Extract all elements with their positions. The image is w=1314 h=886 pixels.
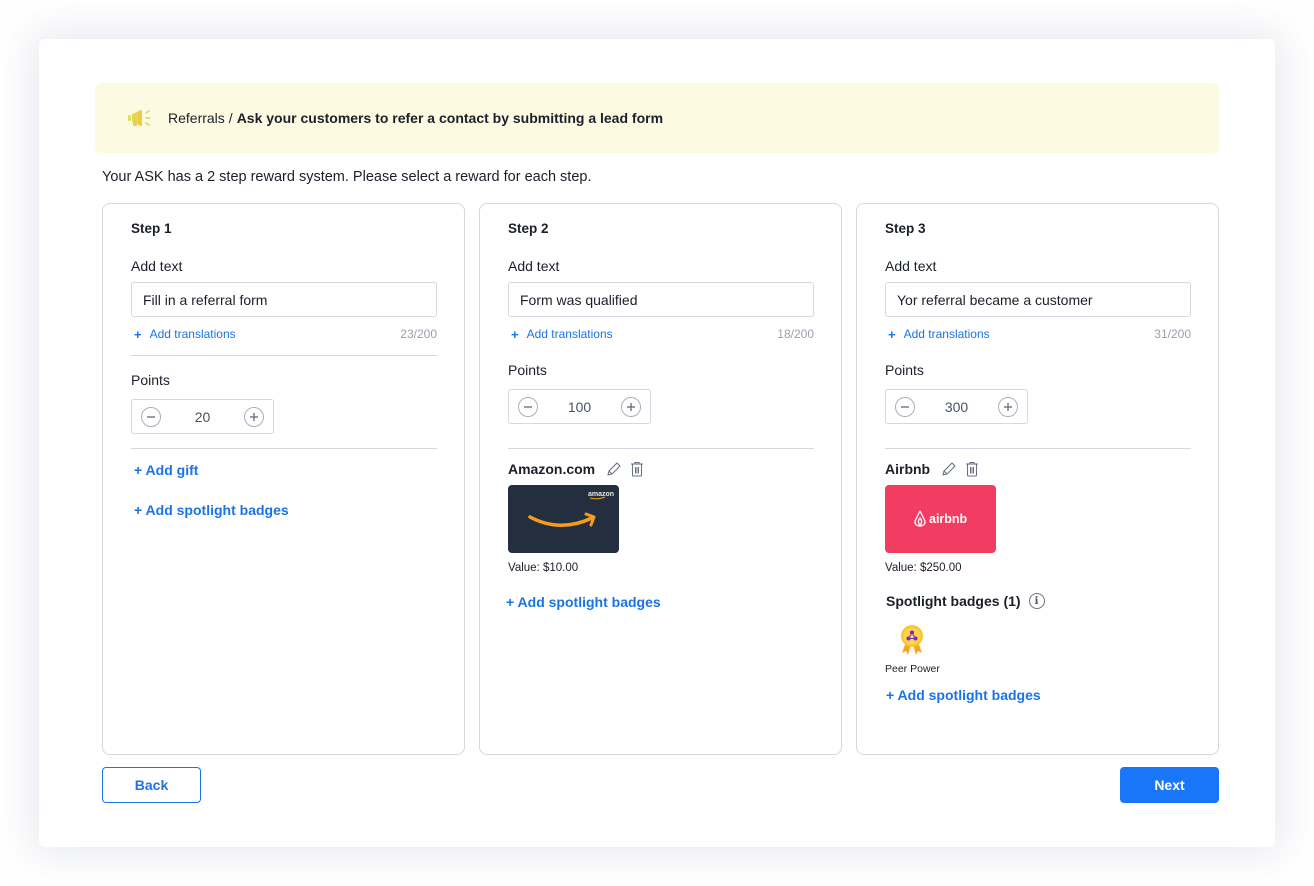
plus-circle-icon[interactable] (620, 396, 641, 417)
add-translations-link[interactable]: + Add translations (885, 327, 990, 342)
char-count: 23/200 (400, 327, 437, 341)
trash-icon[interactable] (963, 460, 981, 478)
pencil-icon[interactable] (604, 460, 622, 478)
gift-name: Airbnb (885, 461, 931, 477)
step-text-input[interactable] (131, 282, 437, 317)
airbnb-gift-card-image: airbnb (885, 485, 996, 553)
add-spotlight-badges-link[interactable]: + Add spotlight badges (134, 502, 289, 518)
breadcrumb-parent[interactable]: Referrals (168, 110, 225, 126)
divider (885, 448, 1191, 449)
char-count: 18/200 (777, 327, 814, 341)
points-value[interactable]: 20 (195, 409, 211, 425)
minus-icon[interactable] (895, 396, 915, 417)
breadcrumb-banner: Referrals / Ask your customers to refer … (95, 83, 1219, 153)
points-value[interactable]: 100 (568, 399, 591, 415)
breadcrumb-separator: / (228, 110, 233, 126)
svg-text:airbnb: airbnb (929, 512, 968, 526)
megaphone-icon (127, 108, 155, 128)
gift-name: Amazon.com (508, 461, 596, 477)
spotlight-badges-title: Spotlight badges (1) i (886, 593, 1045, 609)
plus-icon: + (888, 326, 896, 342)
plus-icon: + (134, 326, 142, 342)
step-title: Step 2 (508, 221, 549, 236)
badge-item[interactable]: Peer Power (885, 624, 940, 675)
divider (131, 355, 437, 356)
plus-icon: + (511, 326, 519, 342)
add-translations-link[interactable]: + Add translations (131, 327, 236, 342)
gift-header: Airbnb (885, 460, 987, 478)
back-button[interactable]: Back (102, 767, 201, 803)
add-translations-label: Add translations (903, 327, 990, 341)
points-label: Points (885, 362, 924, 378)
divider (131, 448, 437, 449)
add-translations-label: Add translations (149, 327, 236, 341)
minus-icon[interactable] (518, 396, 538, 417)
trash-icon[interactable] (628, 460, 646, 478)
points-stepper[interactable]: 300 (885, 389, 1028, 424)
add-spotlight-badges-link[interactable]: + Add spotlight badges (506, 594, 661, 610)
breadcrumb-current: Ask your customers to refer a contact by… (236, 110, 664, 126)
pencil-icon[interactable] (939, 460, 957, 478)
step-card-1: Step 1 Add text + Add translations 23/20… (102, 203, 465, 755)
gift-header: Amazon.com (508, 460, 652, 478)
add-text-label: Add text (885, 258, 937, 274)
svg-text:amazon: amazon (588, 491, 614, 498)
spotlight-badges-title-text: Spotlight badges (1) (886, 593, 1021, 609)
minus-icon[interactable] (141, 406, 161, 427)
info-icon[interactable]: i (1028, 593, 1045, 609)
add-translations-label: Add translations (526, 327, 613, 341)
plus-circle-icon[interactable] (997, 396, 1018, 417)
intro-text: Your ASK has a 2 step reward system. Ple… (102, 169, 592, 185)
points-stepper[interactable]: 100 (508, 389, 651, 424)
divider (508, 448, 814, 449)
plus-circle-icon[interactable] (243, 406, 264, 427)
add-gift-link[interactable]: + Add gift (134, 462, 198, 478)
add-text-label: Add text (508, 258, 560, 274)
points-label: Points (131, 372, 170, 388)
next-button[interactable]: Next (1120, 767, 1219, 803)
badge-label: Peer Power (885, 663, 940, 675)
gift-value: Value: $10.00 (508, 562, 579, 574)
step-card-2: Step 2 Add text + Add translations 18/20… (479, 203, 842, 755)
char-count: 31/200 (1154, 327, 1191, 341)
points-value[interactable]: 300 (945, 399, 968, 415)
points-stepper[interactable]: 20 (131, 399, 274, 434)
points-label: Points (508, 362, 547, 378)
step-title: Step 1 (131, 221, 172, 236)
step-title: Step 3 (885, 221, 926, 236)
gift-value: Value: $250.00 (885, 562, 962, 574)
add-spotlight-badges-link[interactable]: + Add spotlight badges (886, 687, 1041, 703)
step-card-3: Step 3 Add text + Add translations 31/20… (856, 203, 1219, 755)
add-translations-link[interactable]: + Add translations (508, 327, 613, 342)
step-text-input[interactable] (508, 282, 814, 317)
award-ribbon-icon (897, 624, 927, 661)
add-text-label: Add text (131, 258, 183, 274)
amazon-gift-card-image: amazon (508, 485, 619, 553)
step-text-input[interactable] (885, 282, 1191, 317)
